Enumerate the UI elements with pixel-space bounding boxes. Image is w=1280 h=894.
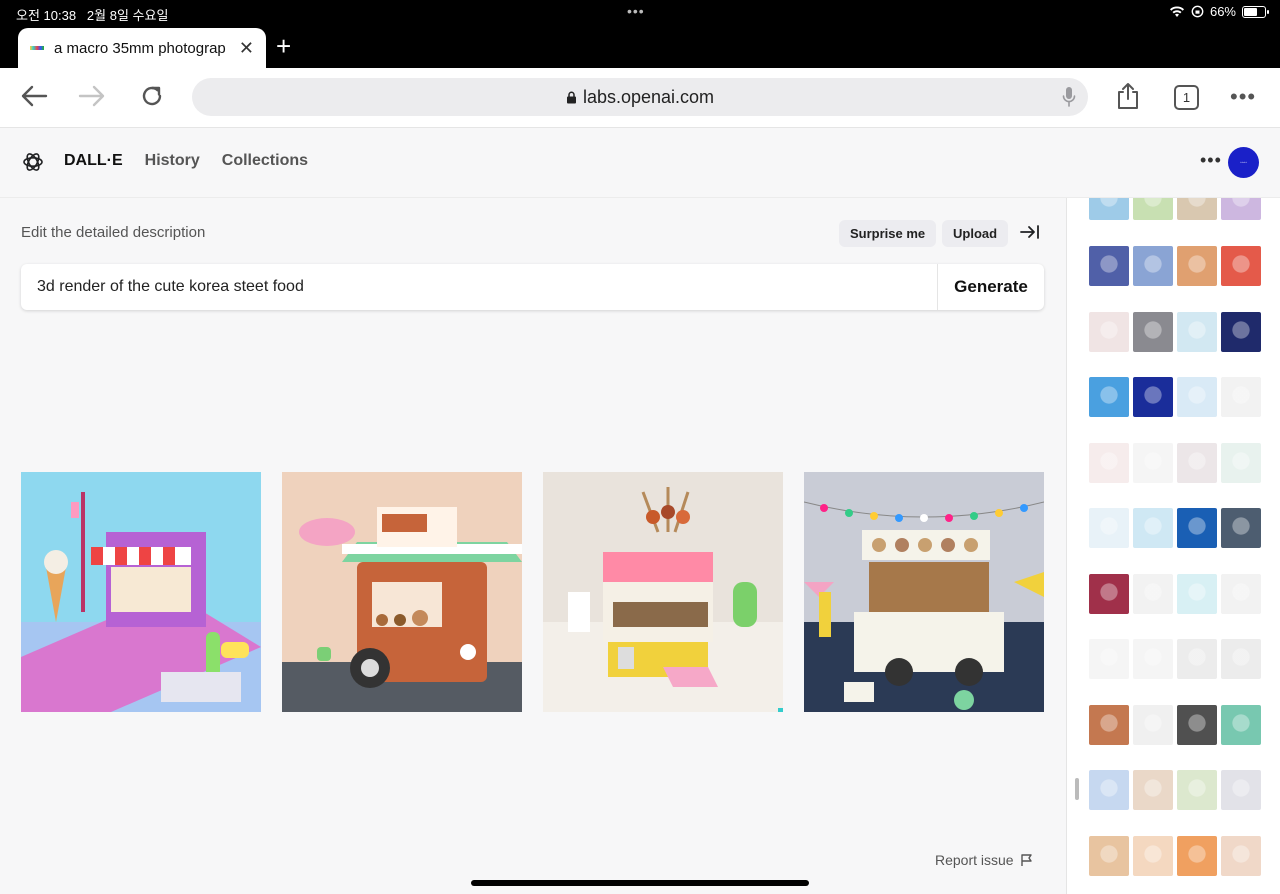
main-area: Edit the detailed description Surprise m… (0, 198, 1066, 894)
history-thumbnail[interactable] (1089, 639, 1129, 679)
result-image-1[interactable] (21, 472, 261, 712)
history-thumbnail[interactable] (1089, 835, 1129, 876)
tab-title: a macro 35mm photograp (54, 39, 226, 57)
history-thumbnail[interactable] (1221, 442, 1261, 483)
history-thumbnail[interactable] (1221, 770, 1261, 810)
nav-collections[interactable]: Collections (222, 152, 308, 170)
sidebar-scrollbar[interactable] (1075, 778, 1079, 800)
url-text: labs.openai.com (582, 86, 715, 107)
tabs-overview-button[interactable]: 1 (1174, 85, 1199, 110)
history-thumbnail[interactable] (1177, 573, 1217, 614)
battery-percent: 66% (1209, 4, 1236, 19)
browser-tab[interactable]: a macro 35mm photograp ✕ (18, 28, 266, 68)
wifi-icon (1169, 5, 1184, 17)
prompt-form: Generate (21, 264, 1044, 310)
prompt-input[interactable] (21, 264, 937, 310)
history-thumbnail[interactable] (1221, 311, 1261, 352)
history-thumbnail[interactable] (1177, 246, 1217, 286)
history-thumbnail[interactable] (1177, 377, 1217, 417)
history-thumbnail[interactable] (1089, 311, 1129, 352)
history-thumbnail[interactable] (1221, 198, 1261, 220)
generate-button[interactable]: Generate (937, 264, 1044, 310)
history-thumbnail[interactable] (1177, 835, 1217, 876)
collapse-sidebar-icon[interactable] (1019, 222, 1041, 242)
history-sidebar (1066, 198, 1280, 894)
history-thumbnail[interactable] (1221, 639, 1261, 679)
history-thumbnail[interactable] (1133, 198, 1173, 220)
history-thumbnail[interactable] (1177, 198, 1217, 220)
history-thumbnail[interactable] (1133, 442, 1173, 483)
main-nav: DALL·E History Collections (64, 152, 308, 170)
new-tab-icon[interactable]: + (276, 32, 291, 60)
history-thumbnail[interactable] (1221, 835, 1261, 876)
history-thumbnail[interactable] (1221, 573, 1261, 614)
share-button[interactable] (1112, 80, 1144, 112)
back-arrow-icon (21, 85, 48, 107)
history-thumbnail[interactable] (1177, 639, 1217, 679)
nav-history[interactable]: History (145, 152, 200, 170)
orientation-lock-icon (1191, 5, 1204, 18)
back-button[interactable] (18, 80, 50, 112)
share-icon (1118, 83, 1138, 109)
history-thumbnail[interactable] (1089, 442, 1129, 483)
flag-icon (1020, 854, 1032, 866)
history-thumbnail[interactable] (1089, 573, 1129, 614)
history-thumbnail[interactable] (1221, 377, 1261, 417)
upload-button[interactable]: Upload (942, 220, 1009, 247)
history-thumbnail[interactable] (1177, 508, 1217, 548)
history-thumbnail[interactable] (1221, 246, 1261, 286)
microphone-icon[interactable] (1062, 86, 1076, 113)
close-tab-icon[interactable]: ✕ (239, 38, 254, 59)
history-thumbnail[interactable] (1221, 508, 1261, 548)
status-time: 오전 10:38 (16, 8, 77, 23)
surprise-me-button[interactable]: Surprise me (839, 220, 937, 247)
history-thumbnail[interactable] (1089, 770, 1129, 810)
forward-arrow-icon (78, 85, 105, 107)
app-header: DALL·E History Collections ••• ◦◦◦◦ (0, 128, 1280, 198)
history-thumbnail[interactable] (1133, 835, 1173, 876)
tab-strip: a macro 35mm photograp ✕ + (0, 26, 1280, 68)
multitask-dots-icon[interactable]: ••• (627, 3, 645, 19)
result-image-4[interactable] (804, 472, 1044, 712)
history-thumbnail[interactable] (1133, 377, 1173, 417)
account-menu-icon[interactable]: ••• (1200, 150, 1222, 171)
history-thumbnail[interactable] (1133, 573, 1173, 614)
history-thumbnail[interactable] (1089, 246, 1129, 286)
result-image-3[interactable] (543, 472, 783, 712)
report-issue-button[interactable]: Report issue (935, 852, 1034, 868)
browser-toolbar: labs.openai.com 1 ••• (0, 68, 1280, 128)
home-indicator[interactable] (471, 880, 809, 886)
result-image-2[interactable] (282, 472, 522, 712)
battery-icon (1242, 5, 1269, 18)
status-date: 2월 8일 수요일 (86, 8, 169, 23)
lock-icon (566, 91, 576, 103)
prompt-label: Edit the detailed description (21, 224, 206, 241)
reload-button[interactable] (136, 80, 168, 112)
avatar[interactable]: ◦◦◦◦ (1228, 147, 1259, 178)
history-thumbnail[interactable] (1177, 442, 1217, 483)
history-thumbnail[interactable] (1089, 198, 1129, 220)
history-thumbnail[interactable] (1177, 704, 1217, 745)
history-thumbnail[interactable] (1133, 704, 1173, 745)
history-thumbnail[interactable] (1177, 311, 1217, 352)
history-thumbnail[interactable] (1089, 377, 1129, 417)
history-thumbnail[interactable] (1089, 704, 1129, 745)
history-thumbnail[interactable] (1133, 508, 1173, 548)
history-thumbnail[interactable] (1133, 770, 1173, 810)
openai-logo-icon[interactable] (21, 150, 45, 174)
history-thumbnail[interactable] (1177, 770, 1217, 810)
more-options-icon[interactable]: ••• (1230, 84, 1256, 110)
nav-dalle[interactable]: DALL·E (64, 152, 123, 170)
history-thumbnail[interactable] (1089, 508, 1129, 548)
tab-favicon-icon (30, 46, 44, 50)
address-bar[interactable]: labs.openai.com (192, 78, 1088, 116)
status-bar: 오전 10:38 2월 8일 수요일 ••• 66% (0, 0, 1280, 26)
forward-button[interactable] (76, 80, 108, 112)
history-thumbnail[interactable] (1221, 704, 1261, 745)
reload-icon (142, 86, 162, 106)
history-thumbnail[interactable] (1133, 311, 1173, 352)
history-thumbnail[interactable] (1133, 639, 1173, 679)
history-thumbnail[interactable] (1133, 246, 1173, 286)
report-issue-label: Report issue (935, 852, 1014, 868)
